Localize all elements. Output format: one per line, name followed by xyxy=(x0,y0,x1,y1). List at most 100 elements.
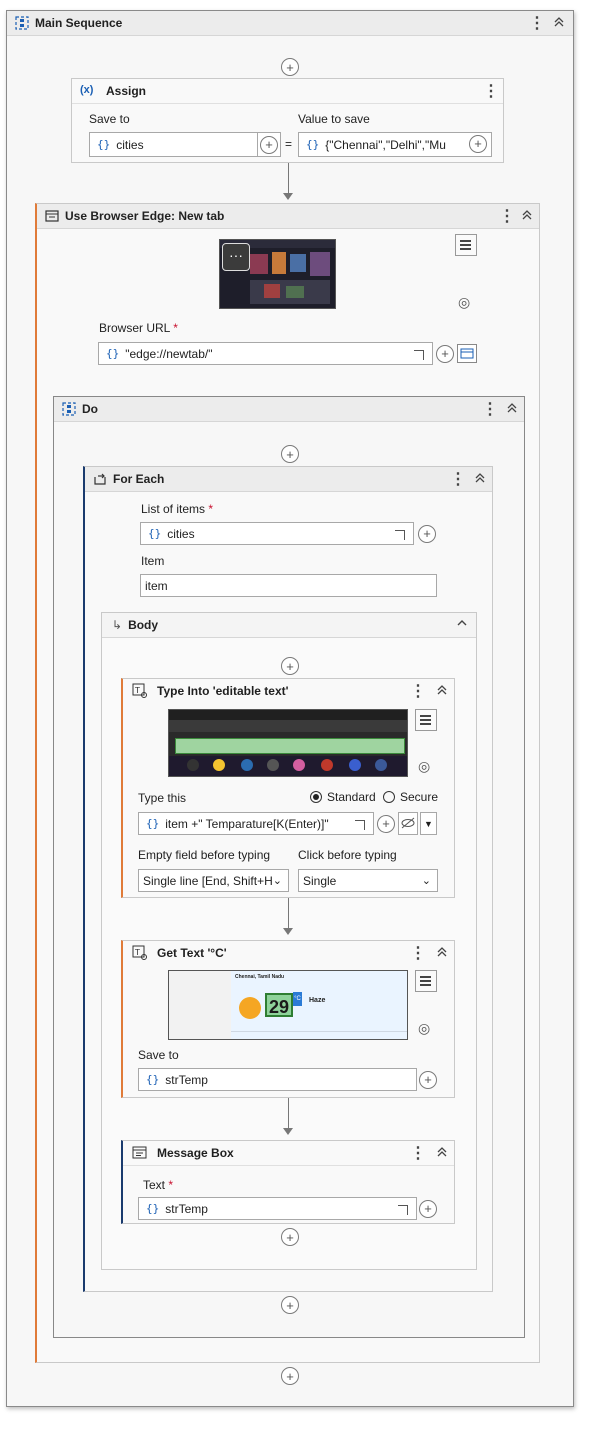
type-into-title: Type Into 'editable text' xyxy=(157,684,289,698)
assign-menu-icon[interactable]: ⋮ xyxy=(483,81,499,101)
item-label: Item xyxy=(141,554,165,568)
body-header[interactable]: ↳ Body xyxy=(102,613,476,638)
type-into-icon: T xyxy=(132,683,147,701)
hide-text-toggle[interactable] xyxy=(398,812,418,835)
use-browser-header[interactable]: Use Browser Edge: New tab ⋮ xyxy=(37,204,539,229)
get-text-menu-icon[interactable]: ⋮ xyxy=(410,943,426,963)
browser-url-label: Browser URL * xyxy=(99,321,178,335)
message-text-field[interactable]: {} strTemp xyxy=(138,1197,417,1220)
loop-icon xyxy=(93,472,107,486)
add-activity-button[interactable]: + xyxy=(281,657,299,675)
main-sequence-header[interactable]: Main Sequence ⋮ xyxy=(7,11,573,36)
expand-icon[interactable] xyxy=(395,530,405,540)
get-text-screenshot[interactable]: Chennai, Tamil Nadu 29 °C Haze xyxy=(168,970,408,1040)
type-this-label: Type this xyxy=(138,791,187,805)
use-browser-collapse-icon[interactable] xyxy=(521,209,533,224)
message-box-collapse-icon[interactable] xyxy=(436,1146,448,1161)
click-before-label: Click before typing xyxy=(298,848,397,862)
secure-radio[interactable]: Secure xyxy=(383,790,438,804)
add-activity-button[interactable]: + xyxy=(281,1228,299,1246)
type-into-screenshot[interactable] xyxy=(168,709,408,777)
click-before-select[interactable]: Single ⌄ xyxy=(298,869,438,892)
expand-icon[interactable] xyxy=(355,820,365,830)
weather-temp: 29 xyxy=(265,993,293,1017)
for-each-header[interactable]: For Each ⋮ xyxy=(85,467,492,492)
get-text-title: Get Text '°C' xyxy=(157,946,227,960)
do-collapse-icon[interactable] xyxy=(506,402,518,417)
sequence-icon xyxy=(15,16,29,30)
save-to-plus-button[interactable]: + xyxy=(257,133,280,156)
get-text-collapse-icon[interactable] xyxy=(436,946,448,961)
type-into-options-button[interactable] xyxy=(415,709,437,731)
save-to-field[interactable]: {} strTemp xyxy=(138,1068,417,1091)
assign-icon: (x) xyxy=(80,84,94,96)
body-collapse-icon[interactable] xyxy=(456,618,468,631)
message-box-icon xyxy=(132,1145,147,1163)
value-to-save-field[interactable]: {} {"Chennai","Delhi","Mu xyxy=(298,132,492,157)
url-plus-button[interactable]: + xyxy=(434,342,456,365)
save-plus-button[interactable]: + xyxy=(417,1068,439,1091)
use-browser-menu-icon[interactable]: ⋮ xyxy=(499,206,515,226)
use-browser-title: Use Browser Edge: New tab xyxy=(65,209,225,223)
sequence-icon xyxy=(62,402,76,416)
for-each-menu-icon[interactable]: ⋮ xyxy=(450,469,466,489)
add-activity-button[interactable]: + xyxy=(281,445,299,463)
main-sequence-title: Main Sequence xyxy=(35,16,123,30)
message-plus-button[interactable]: + xyxy=(417,1197,439,1220)
body-title: Body xyxy=(128,618,159,632)
save-to-label: Save to xyxy=(89,112,130,126)
get-text-icon: T xyxy=(132,945,147,963)
type-this-field[interactable]: {} item +" Temparature[K(Enter)]" xyxy=(138,812,374,835)
expand-icon[interactable] xyxy=(398,1205,408,1215)
browser-card-icon: ··· xyxy=(222,243,250,271)
expand-icon[interactable] xyxy=(414,350,424,360)
save-to-field[interactable]: {} cities + xyxy=(89,132,281,157)
do-title: Do xyxy=(82,402,98,416)
weather-condition: Haze xyxy=(309,997,326,1004)
chevron-down-icon: ⌄ xyxy=(272,875,282,887)
list-of-items-field[interactable]: {} cities xyxy=(140,522,414,545)
text-label: Text * xyxy=(143,1178,174,1192)
browser-screenshot[interactable]: ··· xyxy=(219,239,336,309)
message-box-title: Message Box xyxy=(157,1146,234,1160)
add-activity-button[interactable]: + xyxy=(281,58,299,76)
empty-field-label: Empty field before typing xyxy=(138,848,271,862)
list-plus-button[interactable]: + xyxy=(416,522,438,545)
browser-options-button[interactable] xyxy=(455,234,477,256)
indicate-target-icon[interactable]: ◎ xyxy=(418,1020,430,1037)
type-into-menu-icon[interactable]: ⋮ xyxy=(410,681,426,701)
add-activity-button[interactable]: + xyxy=(281,1367,299,1385)
value-plus-button[interactable]: + xyxy=(467,132,489,155)
message-box-menu-icon[interactable]: ⋮ xyxy=(410,1143,426,1163)
item-field[interactable]: item xyxy=(140,574,437,597)
svg-text:T: T xyxy=(134,948,140,957)
weather-unit: °C xyxy=(293,992,302,1006)
indicate-target-icon[interactable]: ◎ xyxy=(458,294,470,311)
add-activity-button[interactable]: + xyxy=(281,1296,299,1314)
do-menu-icon[interactable]: ⋮ xyxy=(482,399,498,419)
main-sequence-menu-icon[interactable]: ⋮ xyxy=(529,13,545,33)
value-to-save-label: Value to save xyxy=(298,112,370,126)
standard-radio[interactable]: Standard xyxy=(310,790,376,804)
empty-field-select[interactable]: Single line [End, Shift+H ⌄ xyxy=(138,869,289,892)
main-sequence-collapse-icon[interactable] xyxy=(553,16,565,31)
browser-icon xyxy=(45,209,59,223)
equals-sign: = xyxy=(285,137,293,151)
type-dropdown-button[interactable]: ▼ xyxy=(420,812,437,835)
body-arrow-icon: ↳ xyxy=(112,618,123,632)
browser-window-button[interactable] xyxy=(457,344,477,363)
get-text-options-button[interactable] xyxy=(415,970,437,992)
save-to-label: Save to xyxy=(138,1048,179,1062)
list-of-items-label: List of items * xyxy=(141,502,214,516)
type-plus-button[interactable]: + xyxy=(375,812,397,835)
for-each-title: For Each xyxy=(113,472,165,486)
browser-url-field[interactable]: {} "edge://newtab/" xyxy=(98,342,433,365)
assign-activity[interactable]: (x) Assign ⋮ Save to Value to save {} cit… xyxy=(71,78,504,163)
for-each-collapse-icon[interactable] xyxy=(474,472,486,487)
indicate-target-icon[interactable]: ◎ xyxy=(418,758,430,775)
weather-city: Chennai, Tamil Nadu xyxy=(235,974,285,980)
assign-title: Assign xyxy=(106,84,147,98)
do-header[interactable]: Do ⋮ xyxy=(54,397,524,422)
type-into-collapse-icon[interactable] xyxy=(436,684,448,699)
svg-text:T: T xyxy=(134,686,140,695)
